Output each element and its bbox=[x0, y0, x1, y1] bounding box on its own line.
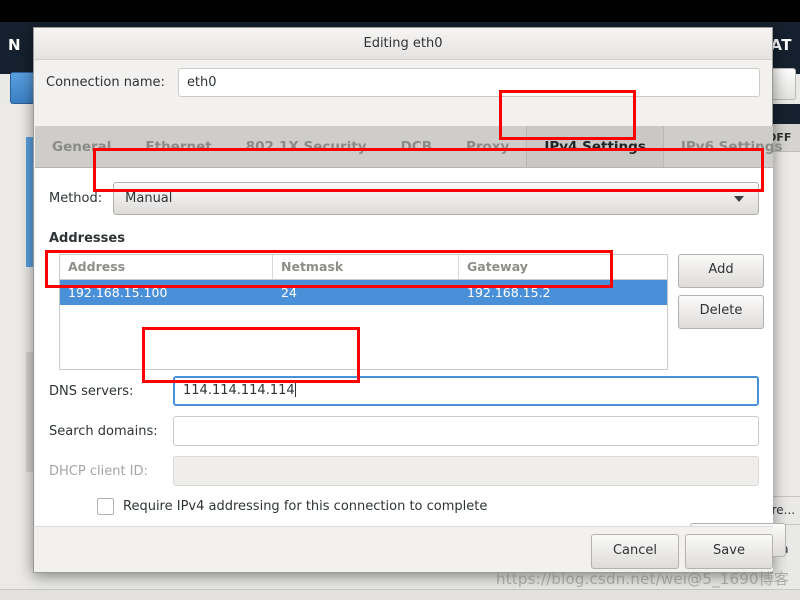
dns-servers-value: 114.114.114.114 bbox=[183, 383, 295, 398]
editing-connection-dialog: Editing eth0 Connection name: eth0 Gener… bbox=[33, 27, 786, 573]
connection-name-row: Connection name: eth0 bbox=[34, 60, 772, 104]
tab-ipv4-settings[interactable]: IPv4 Settings bbox=[526, 126, 664, 167]
tab-proxy[interactable]: Proxy bbox=[449, 126, 526, 167]
search-domains-input[interactable] bbox=[173, 416, 759, 446]
method-value: Manual bbox=[125, 191, 173, 206]
chevron-down-icon bbox=[734, 196, 744, 202]
dhcp-client-id-row: DHCP client ID: bbox=[35, 456, 773, 486]
delete-address-button[interactable]: Delete bbox=[678, 295, 764, 329]
dns-servers-label: DNS servers: bbox=[49, 383, 134, 399]
column-header-netmask: Netmask bbox=[273, 255, 459, 279]
column-header-address: Address bbox=[60, 255, 273, 279]
ipv4-settings-panel: Method: Manual Addresses Address Netmask… bbox=[35, 168, 786, 566]
search-domains-label: Search domains: bbox=[49, 423, 158, 439]
save-button[interactable]: Save bbox=[685, 534, 773, 569]
tab-dcb[interactable]: DCB bbox=[384, 126, 449, 167]
dhcp-client-id-input bbox=[173, 456, 759, 486]
cell-gateway: 192.168.15.2 bbox=[467, 285, 551, 300]
method-row: Method: Manual bbox=[35, 182, 773, 215]
cell-netmask: 24 bbox=[281, 285, 297, 300]
addresses-table-header: Address Netmask Gateway bbox=[60, 255, 667, 280]
dns-servers-input[interactable]: 114.114.114.114 bbox=[173, 376, 759, 406]
add-address-button[interactable]: Add bbox=[678, 254, 764, 288]
tab-ethernet[interactable]: Ethernet bbox=[128, 126, 228, 167]
search-domains-row: Search domains: bbox=[35, 416, 773, 446]
tab-8021x-security[interactable]: 802.1X Security bbox=[229, 126, 384, 167]
installer-title-left: N bbox=[8, 36, 22, 54]
dns-servers-row: DNS servers: 114.114.114.114 bbox=[35, 376, 773, 406]
table-row[interactable]: 192.168.15.100 24 192.168.15.2 bbox=[60, 280, 667, 305]
cell-address: 192.168.15.100 bbox=[68, 285, 168, 300]
installer-bottom-bar bbox=[0, 589, 800, 600]
addresses-heading: Addresses bbox=[49, 231, 125, 246]
method-combobox[interactable]: Manual bbox=[113, 182, 759, 215]
tab-general[interactable]: General bbox=[35, 126, 128, 167]
text-caret bbox=[294, 382, 296, 397]
require-ipv4-label: Require IPv4 addressing for this connect… bbox=[123, 499, 488, 514]
connection-name-input[interactable]: eth0 bbox=[177, 67, 760, 97]
addresses-table[interactable]: Address Netmask Gateway 192.168.15.100 2… bbox=[59, 254, 668, 370]
column-header-gateway: Gateway bbox=[467, 259, 528, 274]
settings-tabstrip: General Ethernet 802.1X Security DCB Pro… bbox=[35, 126, 782, 168]
screenshot-root: N LLAT He OFF ure... loca Editing eth0 C… bbox=[0, 0, 800, 600]
method-label: Method: bbox=[49, 191, 103, 206]
dhcp-client-id-label: DHCP client ID: bbox=[49, 463, 148, 479]
connection-name-label: Connection name: bbox=[46, 74, 165, 90]
dialog-title: Editing eth0 bbox=[363, 36, 443, 51]
require-ipv4-row[interactable]: Require IPv4 addressing for this connect… bbox=[35, 498, 773, 515]
tab-ipv6-settings[interactable]: IPv6 Settings bbox=[664, 126, 800, 167]
cancel-button[interactable]: Cancel bbox=[591, 534, 679, 569]
require-ipv4-checkbox[interactable] bbox=[97, 498, 114, 515]
dialog-titlebar: Editing eth0 bbox=[34, 28, 772, 60]
dialog-footer: Cancel Save bbox=[35, 526, 773, 571]
